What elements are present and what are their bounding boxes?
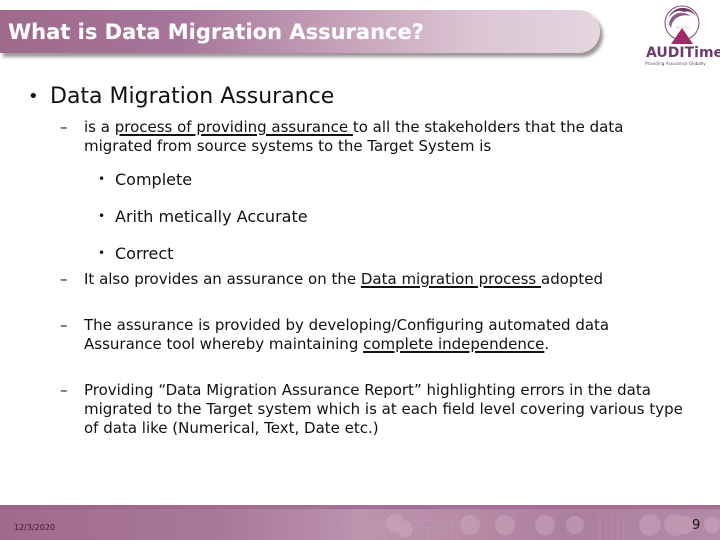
text-segment: . (544, 335, 550, 353)
sub-bullet-complete: • Complete (98, 170, 192, 189)
footer-decorative-pattern (340, 514, 720, 540)
text-segment: is a (84, 118, 115, 136)
sub-bullet-accurate: • Arith metically Accurate (98, 207, 308, 226)
slide: What is Data Migration Assurance? AUDITi… (0, 0, 720, 540)
footer-date: 12/3/2020 (14, 523, 56, 532)
underlined-phrase: process of providing assurance (114, 118, 353, 136)
dash-item-definition: – is a process of providing assurance to… (60, 118, 684, 156)
bullet-icon: • (98, 209, 106, 223)
bullet-icon: • (98, 246, 106, 260)
page-number: 9 (692, 518, 701, 533)
footer-top-strip (0, 505, 720, 509)
sub-bullet-label: Correct (115, 244, 174, 263)
dash-item-report: – Providing “Data Migration Assurance Re… (60, 381, 684, 438)
main-bullet: • Data Migration Assurance (28, 84, 334, 109)
dash-item-text: It also provides an assurance on the Dat… (84, 270, 684, 289)
title-banner: What is Data Migration Assurance? (0, 10, 600, 53)
text-segment: adopted (541, 270, 604, 288)
dash-icon: – (60, 316, 68, 334)
dash-item-text: Providing “Data Migration Assurance Repo… (84, 381, 683, 437)
auditime-logo: AUDITime Providing Assurance Globally (620, 0, 720, 70)
dash-icon: – (60, 381, 68, 399)
dash-item-text: is a process of providing assurance to a… (84, 118, 684, 156)
main-heading: Data Migration Assurance (50, 84, 335, 109)
bullet-icon: • (98, 172, 106, 186)
auditime-logo-icon (664, 5, 700, 44)
logo-tagline: Providing Assurance Globally (645, 61, 706, 66)
dash-icon: – (60, 270, 68, 288)
dash-item-tool: – The assurance is provided by developin… (60, 316, 684, 354)
logo-name: AUDITime (646, 45, 720, 61)
sub-bullet-label: Complete (115, 170, 193, 189)
bullet-icon: • (28, 86, 39, 107)
dash-item-text: The assurance is provided by developing/… (84, 316, 684, 354)
dash-icon: – (60, 118, 68, 136)
underlined-phrase: complete independence (363, 335, 545, 353)
text-segment: It also provides an assurance on the (84, 270, 361, 288)
slide-title: What is Data Migration Assurance? (8, 20, 424, 44)
sub-bullet-correct: • Correct (98, 244, 173, 263)
dash-item-process: – It also provides an assurance on the D… (60, 270, 684, 289)
slide-footer: 12/3/2020 9 (0, 505, 720, 540)
underlined-phrase: Data migration process (360, 270, 542, 288)
sub-bullet-label: Arith metically Accurate (115, 207, 308, 226)
